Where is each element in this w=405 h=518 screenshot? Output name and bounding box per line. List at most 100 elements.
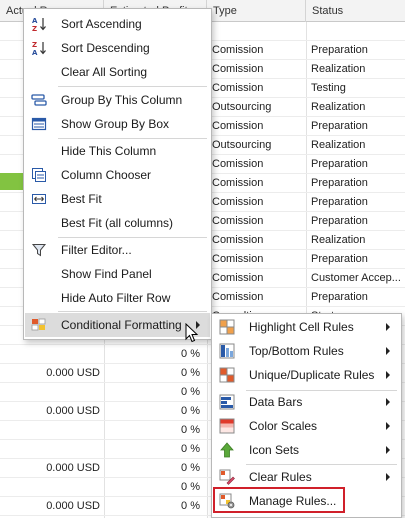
unique-duplicate-rules-icon — [218, 366, 236, 384]
menu-item-hide-auto-filter-row[interactable]: Hide Auto Filter Row — [25, 286, 210, 310]
top-bottom-rules-icon — [218, 342, 236, 360]
submenu-item-icon-sets[interactable]: Icon Sets — [213, 438, 400, 462]
cell-status[interactable]: Realization — [306, 60, 405, 79]
submenu-item-clear-rules[interactable]: Clear Rules — [213, 465, 400, 489]
cell-status[interactable]: Preparation — [306, 155, 405, 174]
menu-item-label: Sort Descending — [61, 41, 150, 55]
menu-item-group-by-column[interactable]: Group By This Column — [25, 88, 210, 112]
cell-actual-revenue[interactable] — [0, 421, 104, 440]
conditional-formatting-icon — [30, 316, 48, 334]
cell-estimated-profit[interactable]: 0 % — [104, 497, 204, 516]
cell-status[interactable]: Preparation — [306, 193, 405, 212]
cell-type[interactable]: Comission — [207, 269, 303, 288]
cell-type[interactable]: Comission — [207, 231, 303, 250]
submenu-item-color-scales[interactable]: Color Scales — [213, 414, 400, 438]
filter-icon — [30, 241, 48, 259]
submenu-arrow-icon — [386, 446, 390, 454]
menu-item-show-group-by-box[interactable]: Show Group By Box — [25, 112, 210, 136]
menu-item-label: Conditional Formatting — [61, 318, 182, 332]
cell-actual-revenue[interactable]: 0.000 USD — [0, 402, 104, 421]
cell-status[interactable]: Preparation — [306, 288, 405, 307]
submenu-arrow-icon — [386, 398, 390, 406]
highlight-cell-rules-icon — [218, 318, 236, 336]
cell-status[interactable]: Preparation — [306, 41, 405, 60]
cell-type[interactable]: Comission — [207, 212, 303, 231]
column-context-menu: AZ Sort Ascending ZA Sort Descending Cle… — [23, 8, 212, 340]
menu-item-conditional-formatting[interactable]: Conditional Formatting — [25, 313, 210, 337]
cell-status[interactable]: Realization — [306, 98, 405, 117]
cell-actual-revenue[interactable] — [0, 383, 104, 402]
cell-type[interactable]: Comission — [207, 250, 303, 269]
menu-item-label: Unique/Duplicate Rules — [249, 368, 375, 382]
menu-item-hide-this-column[interactable]: Hide This Column — [25, 139, 210, 163]
column-header-type[interactable]: Type — [207, 0, 306, 22]
group-by-icon — [30, 91, 48, 109]
column-chooser-icon — [30, 166, 48, 184]
cell-actual-revenue[interactable] — [0, 345, 104, 364]
submenu-item-top-bottom-rules[interactable]: Top/Bottom Rules — [213, 339, 400, 363]
data-bars-icon — [218, 393, 236, 411]
cell-type[interactable]: Comission — [207, 174, 303, 193]
menu-item-column-chooser[interactable]: Column Chooser — [25, 163, 210, 187]
cell-actual-revenue[interactable]: 0.000 USD — [0, 459, 104, 478]
cell-type[interactable]: Outsourcing — [207, 136, 303, 155]
svg-text:A: A — [32, 49, 38, 56]
cell-actual-revenue[interactable]: 0.000 USD — [0, 364, 104, 383]
menu-item-best-fit[interactable]: Best Fit — [25, 187, 210, 211]
cell-estimated-profit[interactable]: 0 % — [104, 383, 204, 402]
cell-type[interactable]: Comission — [207, 41, 303, 60]
cell-type[interactable]: Comission — [207, 79, 303, 98]
cell-status[interactable]: Preparation — [306, 250, 405, 269]
cell-status[interactable]: Preparation — [306, 212, 405, 231]
submenu-arrow-icon — [386, 371, 390, 379]
cell-type[interactable]: Comission — [207, 60, 303, 79]
cell-actual-revenue[interactable] — [0, 440, 104, 459]
menu-item-label: Highlight Cell Rules — [249, 320, 354, 334]
group-box-icon — [30, 115, 48, 133]
menu-item-sort-descending[interactable]: ZA Sort Descending — [25, 36, 210, 60]
cell-estimated-profit[interactable]: 0 % — [104, 478, 204, 497]
cell-type[interactable]: Comission — [207, 155, 303, 174]
cell-type[interactable] — [207, 22, 303, 41]
cell-type[interactable]: Comission — [207, 288, 303, 307]
menu-item-best-fit-all-columns[interactable]: Best Fit (all columns) — [25, 211, 210, 235]
menu-item-filter-editor[interactable]: Filter Editor... — [25, 238, 210, 262]
submenu-arrow-icon — [386, 422, 390, 430]
cell-estimated-profit[interactable]: 0 % — [104, 364, 204, 383]
cell-estimated-profit[interactable]: 0 % — [104, 440, 204, 459]
submenu-arrow-icon — [386, 347, 390, 355]
menu-item-label: Column Chooser — [61, 168, 152, 182]
cell-actual-revenue[interactable]: 0.000 USD — [0, 497, 104, 516]
cell-status[interactable]: Testing — [306, 79, 405, 98]
menu-item-show-find-panel[interactable]: Show Find Panel — [25, 262, 210, 286]
clear-rules-icon — [218, 468, 236, 486]
cell-type[interactable]: Comission — [207, 193, 303, 212]
column-header-status[interactable]: Status — [306, 0, 405, 22]
cell-status[interactable]: Preparation — [306, 117, 405, 136]
cell-status[interactable]: Customer Accep... — [306, 269, 405, 288]
menu-item-label: Sort Ascending — [61, 17, 142, 31]
cell-estimated-profit[interactable]: 0 % — [104, 345, 204, 364]
cell-status[interactable]: Realization — [306, 136, 405, 155]
submenu-item-data-bars[interactable]: Data Bars — [213, 390, 400, 414]
cell-type[interactable]: Comission — [207, 117, 303, 136]
color-scales-icon — [218, 417, 236, 435]
submenu-item-highlight-cell-rules[interactable]: Highlight Cell Rules — [213, 315, 400, 339]
cell-estimated-profit[interactable]: 0 % — [104, 402, 204, 421]
cell-type[interactable]: Outsourcing — [207, 98, 303, 117]
menu-item-clear-all-sorting[interactable]: Clear All Sorting — [25, 60, 210, 84]
cell-estimated-profit[interactable]: 0 % — [104, 459, 204, 478]
submenu-item-unique-duplicate-rules[interactable]: Unique/Duplicate Rules — [213, 363, 400, 387]
menu-item-label: Icon Sets — [249, 443, 300, 457]
svg-text:A: A — [32, 17, 38, 25]
menu-item-label: Best Fit (all columns) — [61, 216, 174, 230]
cell-status[interactable]: Realization — [306, 231, 405, 250]
cell-actual-revenue[interactable] — [0, 478, 104, 497]
submenu-arrow-icon — [386, 323, 390, 331]
menu-separator — [58, 311, 207, 312]
cell-estimated-profit[interactable]: 0 % — [104, 421, 204, 440]
menu-item-label: Best Fit — [61, 192, 102, 206]
cell-status[interactable] — [306, 22, 405, 41]
menu-item-sort-ascending[interactable]: AZ Sort Ascending — [25, 12, 210, 36]
cell-status[interactable]: Preparation — [306, 174, 405, 193]
